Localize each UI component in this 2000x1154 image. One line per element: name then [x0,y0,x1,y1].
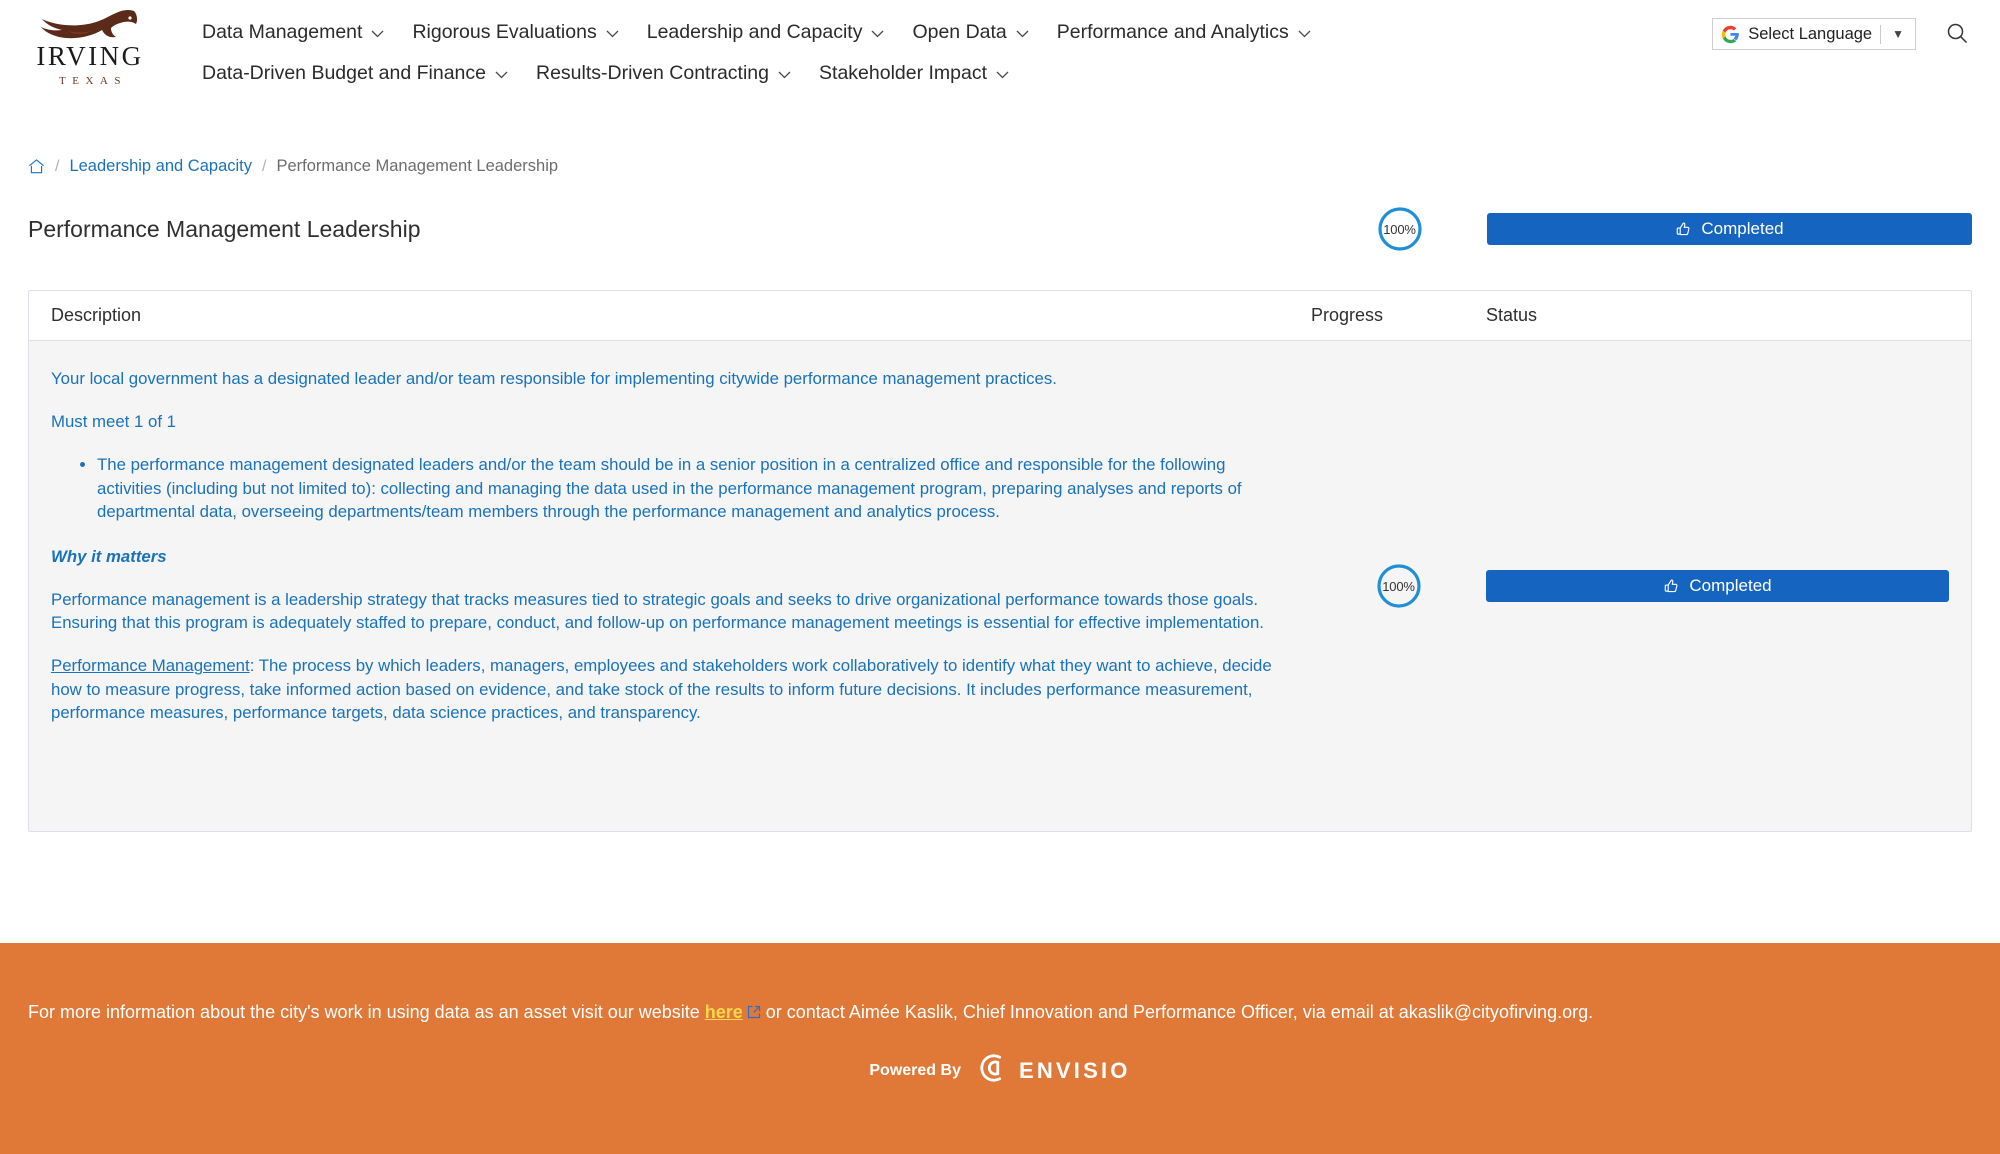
cell-description: Your local government has a designated l… [29,341,1311,831]
horse-head-icon [38,8,142,42]
cell-status: Completed [1486,341,1971,831]
divider [1880,24,1882,44]
nav-label: Results-Driven Contracting [536,62,770,84]
progress-value: 100% [1382,578,1415,594]
definition-paragraph: Performance Management: The process by w… [51,654,1289,724]
status-label: Completed [1701,219,1784,238]
site-footer: For more information about the city's wo… [0,943,2000,1154]
google-g-icon [1721,25,1740,44]
nav-item-results-driven-contracting[interactable]: Results-Driven Contracting [536,53,811,94]
search-button[interactable] [1942,19,1972,49]
site-logo[interactable]: IRVING TEXAS [28,0,152,87]
nav-label: Performance and Analytics [1056,21,1289,43]
nav-label: Stakeholder Impact [819,62,988,84]
breadcrumb-separator: / [55,157,60,175]
requirement-intro: Your local government has a designated l… [51,369,1057,388]
header-utilities: Select Language ▼ [1712,0,1972,50]
envisio-logo[interactable]: ENVISIO [979,1053,1131,1088]
page-progress: 100% [1312,205,1487,253]
status-completed-button[interactable]: Completed [1487,213,1972,245]
home-icon[interactable] [28,158,45,175]
envisio-wordmark: ENVISIO [1018,1057,1131,1083]
row-status-completed-button[interactable]: Completed [1486,570,1949,602]
nav-item-data-management[interactable]: Data Management [202,12,404,53]
footer-contact-text: For more information about the city's wo… [0,943,2000,1025]
main-navigation: Data Management Rigorous Evaluations Lea… [152,0,1632,94]
chevron-down-icon [1016,30,1029,38]
nav-item-leadership-and-capacity[interactable]: Leadership and Capacity [647,12,905,53]
progress-ring: 100% [1375,562,1423,610]
logo-state: TEXAS [59,75,127,87]
envisio-mark-icon [979,1053,1009,1088]
why-it-matters-body: Performance management is a leadership s… [51,590,1264,633]
search-icon [1946,22,1968,47]
chevron-down-icon [371,30,384,38]
chevron-down-icon [1298,30,1311,38]
language-selector[interactable]: Select Language ▼ [1712,18,1916,50]
progress-value: 100% [1383,221,1416,237]
powered-by-label: Powered By [869,1061,961,1079]
column-header-progress: Progress [1311,305,1384,325]
status-label: Completed [1689,576,1772,595]
powered-by: Powered By ENVISIO [0,1053,2000,1088]
language-selector-label: Select Language [1748,24,1873,43]
nav-item-data-driven-budget-and-finance[interactable]: Data-Driven Budget and Finance [202,53,528,94]
nav-label: Data-Driven Budget and Finance [202,62,486,84]
breadcrumb: / Leadership and Capacity / Performance … [0,105,2000,176]
nav-label: Data Management [202,21,363,43]
nav-item-rigorous-evaluations[interactable]: Rigorous Evaluations [412,12,638,53]
nav-item-stakeholder-impact[interactable]: Stakeholder Impact [819,53,1029,94]
chevron-down-icon [996,71,1009,79]
breadcrumb-link-leadership-and-capacity[interactable]: Leadership and Capacity [69,157,252,176]
table-header-row: Description Progress Status [29,291,1971,341]
chevron-down-icon [778,71,791,79]
chevron-down-icon [871,30,884,38]
nav-label: Rigorous Evaluations [412,21,597,43]
chevron-down-icon [606,30,619,38]
column-header-description: Description [51,305,142,325]
nav-item-performance-and-analytics[interactable]: Performance and Analytics [1057,12,1331,53]
breadcrumb-current: Performance Management Leadership [276,157,559,175]
page-header-row: Performance Management Leadership 100% C… [0,176,2000,252]
progress-ring: 100% [1376,205,1424,253]
list-item: The performance management designated le… [97,453,1289,523]
page-title: Performance Management Leadership [28,215,421,242]
requirement-must-meet: Must meet 1 of 1 [51,412,176,432]
table-row: Your local government has a designated l… [29,341,1971,831]
requirement-bullet-list: The performance management designated le… [51,453,1289,523]
glossary-term-link[interactable]: Performance Management [51,656,250,675]
nav-label: Open Data [912,21,1007,43]
external-link-icon [747,1001,761,1019]
chevron-down-icon [495,71,508,79]
logo-wordmark: IRVING [36,41,144,71]
cell-progress: 100% [1311,341,1486,831]
footer-website-link[interactable]: here [705,1002,743,1022]
chevron-down-icon[interactable]: ▼ [1889,27,1911,41]
requirements-table: Description Progress Status Your local g… [28,290,1972,832]
why-it-matters-heading: Why it matters [51,546,167,566]
nav-item-open-data[interactable]: Open Data [912,12,1048,53]
site-header: IRVING TEXAS Data Management Rigorous Ev… [0,0,2000,105]
footer-text-after: or contact Aimée Kaslik, Chief Innovatio… [760,1002,1594,1022]
page-status: Completed [1487,213,1972,245]
column-header-status: Status [1486,305,1538,325]
thumbs-up-icon [1675,221,1692,238]
breadcrumb-separator: / [262,157,267,175]
thumbs-up-icon [1663,578,1680,595]
nav-label: Leadership and Capacity [646,21,863,43]
footer-text-before: For more information about the city's wo… [28,1002,705,1022]
